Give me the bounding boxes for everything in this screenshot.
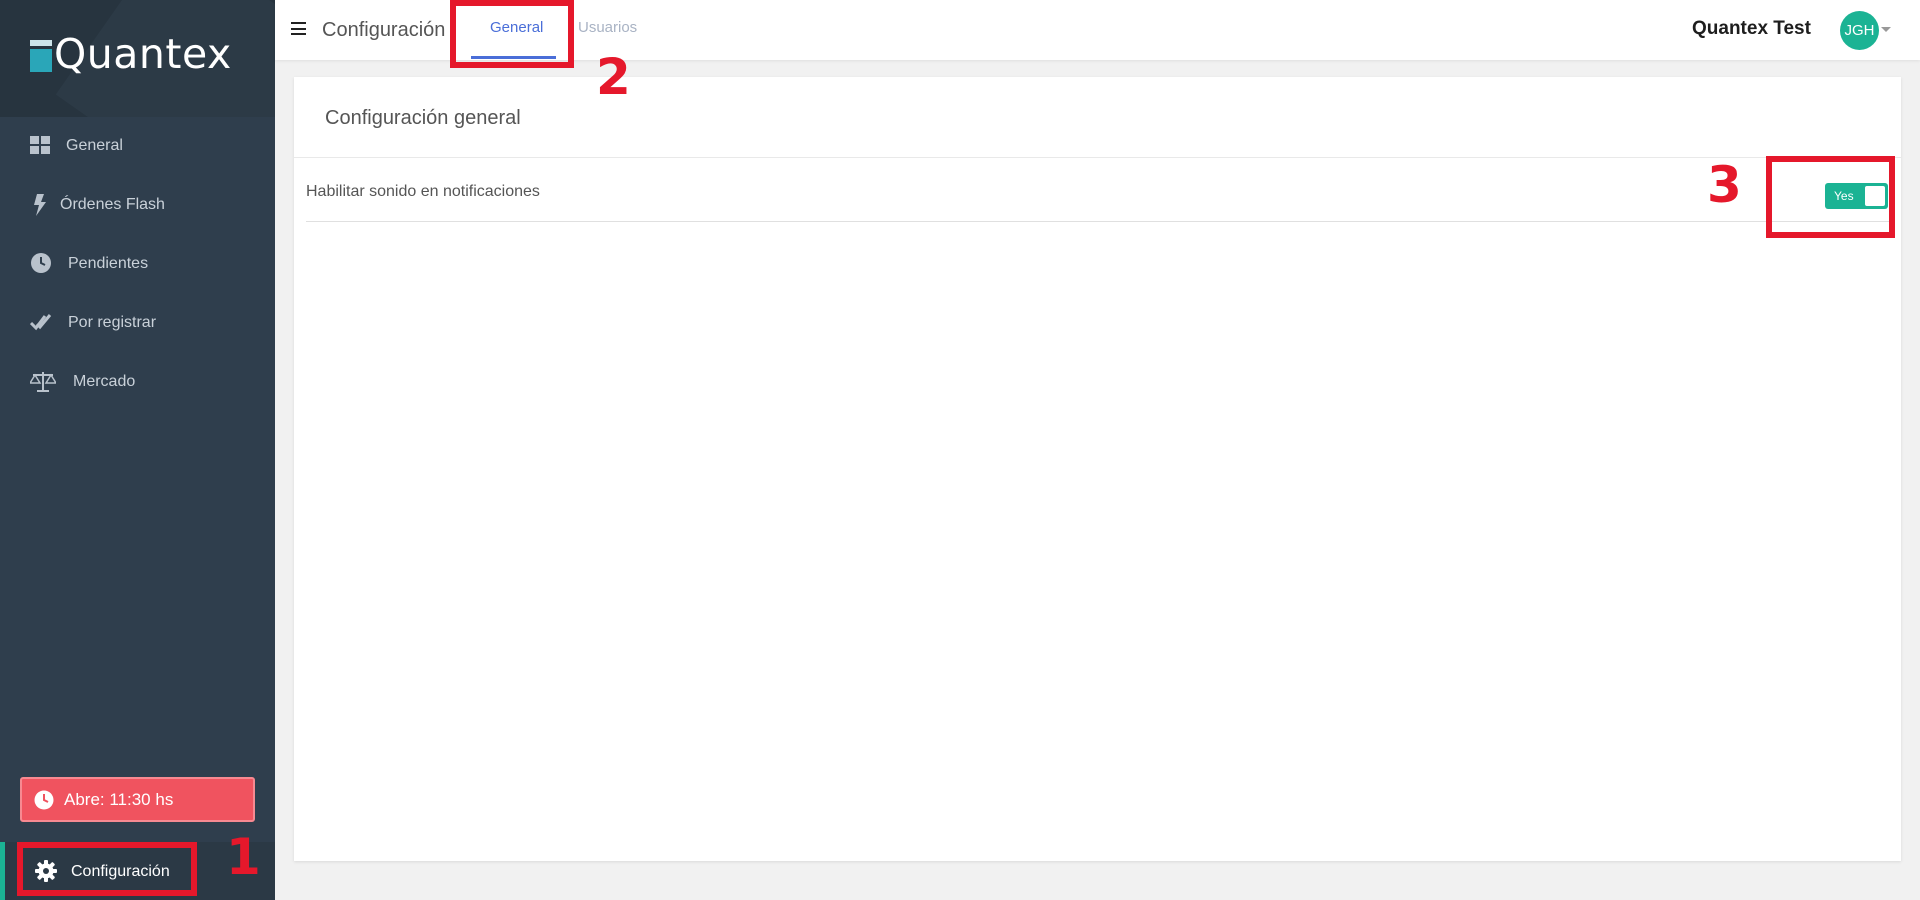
sidebar-item-general[interactable]: General <box>0 117 275 176</box>
sidebar-item-ordenes-flash[interactable]: Órdenes Flash <box>0 176 275 235</box>
sidebar-item-por-registrar[interactable]: Por registrar <box>0 294 275 353</box>
sidebar-item-label: General <box>66 137 123 154</box>
card-title: Configuración general <box>325 107 521 129</box>
market-open-time-badge: Abre: 11:30 hs <box>20 777 255 822</box>
sidebar-item-mercado[interactable]: Mercado <box>0 353 275 412</box>
settings-card: Configuración general Habilitar sonido e… <box>294 77 1901 861</box>
annotation-number-3: 3 <box>1707 156 1742 214</box>
annotation-box-2 <box>450 0 574 68</box>
setting-row-sound-notifications: Habilitar sonido en notificaciones Yes <box>306 158 1889 222</box>
page-title: Configuración <box>322 19 446 41</box>
active-indicator <box>0 842 5 900</box>
scale-icon <box>30 372 56 392</box>
sidebar: Quantex General Órdenes Flash Pendientes <box>0 0 275 900</box>
menu-icon[interactable] <box>291 22 306 36</box>
clock-icon <box>31 253 51 273</box>
sidebar-item-label: Pendientes <box>68 255 149 272</box>
sidebar-item-label: Órdenes Flash <box>60 196 165 213</box>
sidebar-item-label: Mercado <box>73 373 136 390</box>
annotation-number-1: 1 <box>226 828 261 886</box>
annotation-box-1 <box>17 842 197 896</box>
tab-usuarios[interactable]: Usuarios <box>578 19 637 36</box>
clock-icon <box>34 790 54 810</box>
sidebar-nav: General Órdenes Flash Pendientes Por reg… <box>0 117 275 412</box>
avatar[interactable]: JGH <box>1840 11 1879 50</box>
brand-name: Quantex <box>54 30 232 78</box>
double-check-icon <box>30 314 52 331</box>
chevron-down-icon[interactable] <box>1881 27 1891 32</box>
sidebar-item-pendientes[interactable]: Pendientes <box>0 235 275 294</box>
sidebar-item-label: Por registrar <box>68 314 157 331</box>
account-name: Quantex Test <box>1692 18 1811 39</box>
bolt-icon <box>34 194 46 216</box>
brand-logo[interactable]: Quantex <box>0 0 275 117</box>
grid-icon <box>30 136 50 154</box>
setting-label: Habilitar sonido en notificaciones <box>306 183 540 200</box>
open-time-label: Abre: 11:30 hs <box>64 790 174 809</box>
annotation-box-3 <box>1766 156 1895 238</box>
logo-mark-icon <box>30 40 52 72</box>
annotation-number-2: 2 <box>596 48 631 106</box>
